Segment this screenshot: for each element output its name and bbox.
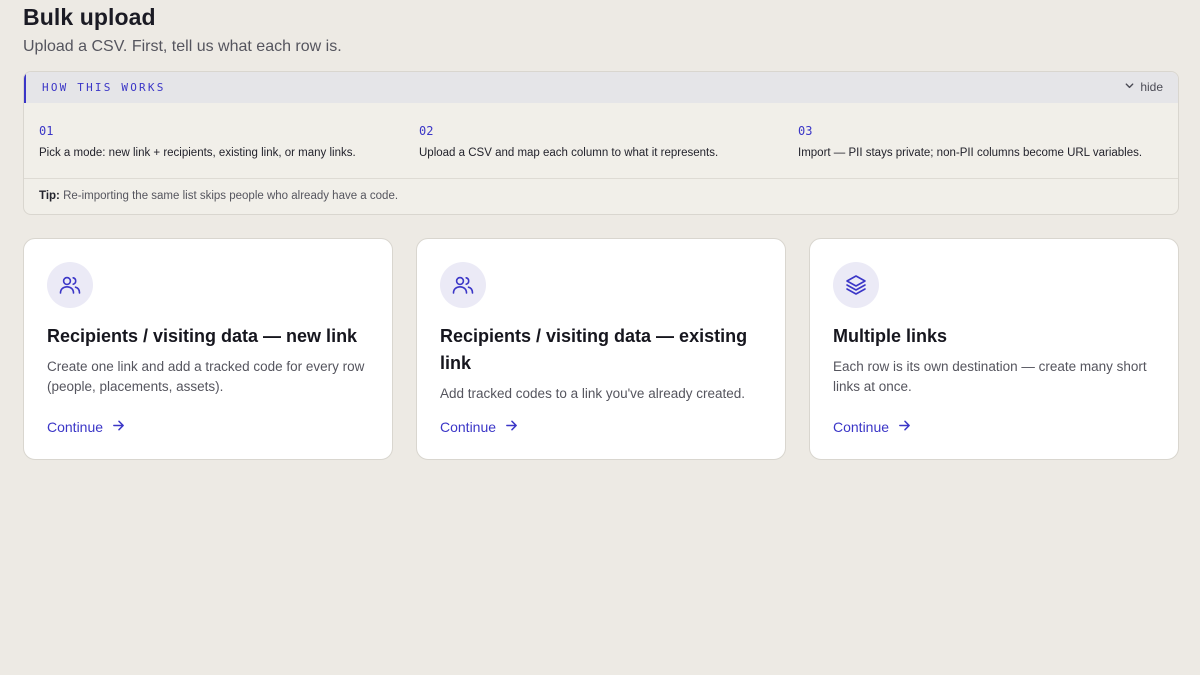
page-subtitle: Upload a CSV. First, tell us what each r… [23,38,342,55]
arrow-right-icon [898,419,911,435]
how-this-works-panel: HOW THIS WORKS hide 01 Pick a mode: new … [23,71,1179,215]
continue-label: Continue [440,419,497,435]
step-3: 03 Import — PII stays private; non-PII c… [798,124,1142,159]
hide-label: hide [1140,80,1163,94]
continue-link[interactable]: Continue [47,419,125,435]
step-number: 03 [798,124,813,138]
card-title: Recipients / visiting data — new link [47,326,358,346]
users-icon [47,262,93,308]
continue-label: Continue [833,419,890,435]
step-1: 01 Pick a mode: new link + recipients, e… [39,124,356,159]
page-title: Bulk upload [23,4,156,30]
steps-list: 01 Pick a mode: new link + recipients, e… [24,103,1178,179]
card-description: Each row is its own destination — create… [833,359,1147,394]
mode-card-new-link[interactable]: Recipients / visiting data — new link Cr… [23,238,393,460]
tip-body: Re-importing the same list skips people … [63,190,399,202]
users-icon [440,262,486,308]
mode-card-existing-link[interactable]: Recipients / visiting data — existing li… [416,238,786,460]
mode-card-multiple-links[interactable]: Multiple links Each row is its own desti… [809,238,1179,460]
bulk-upload-page: Bulk upload Upload a CSV. First, tell us… [0,0,1200,675]
card-title: Multiple links [833,326,948,346]
chevron-down-icon [1124,80,1135,94]
step-number: 02 [419,124,434,138]
step-number: 01 [39,124,54,138]
continue-link[interactable]: Continue [440,419,518,435]
how-this-works-label: HOW THIS WORKS [42,81,166,94]
arrow-right-icon [505,419,518,435]
card-title: Recipients / visiting data — existing li… [440,326,748,373]
hide-button[interactable]: hide [1124,80,1163,94]
step-text: Pick a mode: new link + recipients, exis… [39,147,356,159]
tip-text: Tip: Re-importing the same list skips pe… [39,190,398,202]
step-text: Import — PII stays private; non-PII colu… [798,147,1143,159]
card-description: Create one link and add a tracked code f… [47,359,365,394]
step-2: 02 Upload a CSV and map each column to w… [419,124,718,159]
tip-label: Tip: [39,190,60,202]
layers-icon [833,262,879,308]
card-description: Add tracked codes to a link you've alrea… [440,386,746,401]
how-this-works-header: HOW THIS WORKS hide [24,72,1178,103]
arrow-right-icon [112,419,125,435]
continue-link[interactable]: Continue [833,419,911,435]
step-text: Upload a CSV and map each column to what… [419,147,719,159]
continue-label: Continue [47,419,104,435]
